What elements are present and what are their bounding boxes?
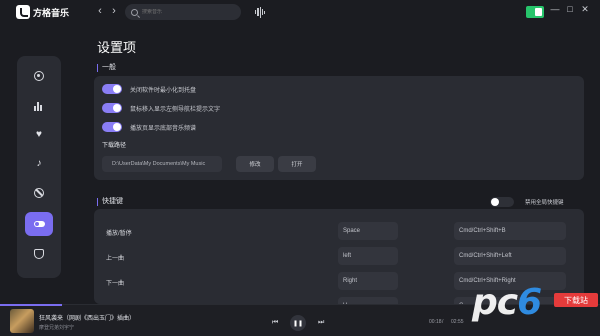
sidebar-item-blocked[interactable] — [25, 181, 53, 205]
site-watermark: pc6 下载站 — [472, 282, 598, 334]
page-title: 设置项 — [97, 40, 137, 55]
shortcut-key-field[interactable]: U — [338, 297, 398, 304]
toggle-row: 关闭软件时最小化到托盘 — [102, 84, 196, 94]
artist-name[interactable]: 摩登兄弟刘宇宁 — [39, 324, 74, 331]
sidebar-item-music[interactable]: ♪ — [25, 152, 53, 176]
nav-hint-switch[interactable] — [102, 103, 122, 113]
watermark-tag: 下载站 — [554, 293, 598, 307]
current-time: 00:18 — [429, 319, 442, 325]
user-badge-icon[interactable] — [526, 6, 544, 18]
album-cover[interactable] — [10, 309, 34, 333]
toggle-label: 鼠标移入显示左侧导航栏提示文字 — [130, 106, 221, 113]
sidebar-item-discover[interactable] — [25, 64, 53, 88]
global-shortcut-label: 禁用全局快捷键 — [525, 200, 564, 206]
chart-icon — [34, 101, 44, 111]
logo-icon — [16, 5, 30, 19]
song-title[interactable]: 狂风袭来（网剧《西出玉门》插曲） — [39, 313, 135, 322]
global-shortcut-key-field[interactable]: Cmd/Ctrl+Shift+Left — [454, 247, 566, 265]
shortcut-name: 播放/暂停 — [106, 231, 132, 237]
shortcut-name: 上一曲 — [106, 256, 125, 262]
shortcut-name: 下一曲 — [106, 281, 125, 287]
top-bar: 方格音乐 ‹ › — □ ✕ — [0, 0, 600, 24]
global-shortcut-switch[interactable] — [490, 197, 514, 207]
forward-icon[interactable]: › — [108, 5, 120, 17]
heart-icon: ♥ — [36, 129, 42, 140]
close-icon[interactable]: ✕ — [580, 4, 590, 15]
download-path-field[interactable]: D:\UserData\My Documents\My Music — [102, 156, 222, 172]
general-panel: 关闭软件时最小化到托盘 鼠标移入显示左侧导航栏提示文字 播放页显示底部音乐频谱 … — [94, 76, 584, 180]
maximize-icon[interactable]: □ — [565, 4, 575, 14]
time-separator: / — [442, 319, 444, 325]
pause-button[interactable]: ❚❚ — [290, 315, 306, 331]
search-icon — [131, 8, 138, 16]
shortcut-row: 播放/暂停 Space Cmd/Ctrl+Shift+B — [94, 222, 584, 242]
search-input[interactable] — [142, 9, 232, 15]
total-time: 02:55 — [451, 319, 464, 325]
download-path-label: 下载路径 — [102, 143, 127, 149]
shortcut-key-field[interactable]: Right — [338, 272, 398, 290]
sidebar-item-favorites[interactable]: ♥ — [25, 123, 53, 147]
section-title-general: 一般 — [97, 64, 116, 72]
app-logo: 方格音乐 — [16, 5, 69, 19]
search-box[interactable] — [125, 4, 241, 20]
back-icon[interactable]: ‹ — [94, 5, 106, 17]
global-shortcut-key-field[interactable]: Cmd/Ctrl+Shift+B — [454, 222, 566, 240]
open-button[interactable]: 打开 — [278, 156, 316, 172]
section-title-shortcuts: 快捷键 — [97, 198, 123, 206]
toggle-label: 播放页显示底部音乐频谱 — [130, 125, 197, 132]
audio-wave-icon[interactable] — [255, 6, 267, 18]
toggle-row: 播放页显示底部音乐频谱 — [102, 122, 196, 132]
pause-icon: ❚❚ — [292, 320, 304, 327]
sidebar-item-settings[interactable] — [25, 212, 53, 236]
shortcut-key-field[interactable]: left — [338, 247, 398, 265]
music-note-icon: ♪ — [36, 158, 42, 169]
toggle-row: 鼠标移入显示左侧导航栏提示文字 — [102, 103, 220, 113]
watermark-logo: pc6 — [472, 282, 542, 323]
minimize-tray-switch[interactable] — [102, 84, 122, 94]
toggle-icon — [33, 221, 45, 227]
shirt-icon — [34, 249, 44, 259]
app-name: 方格音乐 — [33, 7, 70, 18]
ban-icon — [34, 188, 44, 198]
shortcut-row: 上一曲 left Cmd/Ctrl+Shift+Left — [94, 247, 584, 267]
sidebar: ♥ ♪ — [17, 56, 61, 278]
shortcut-key-field[interactable]: Space — [338, 222, 398, 240]
minimize-icon[interactable]: — — [550, 4, 560, 14]
next-icon[interactable]: ⏭ — [318, 319, 324, 327]
sidebar-item-charts[interactable] — [25, 94, 53, 118]
spectrum-switch[interactable] — [102, 122, 122, 132]
disc-icon — [34, 71, 44, 81]
playback-progress[interactable] — [0, 304, 62, 306]
previous-icon[interactable]: ⏮ — [272, 319, 278, 327]
modify-button[interactable]: 修改 — [236, 156, 274, 172]
sidebar-item-skin[interactable] — [25, 242, 53, 266]
toggle-label: 关闭软件时最小化到托盘 — [130, 87, 197, 94]
